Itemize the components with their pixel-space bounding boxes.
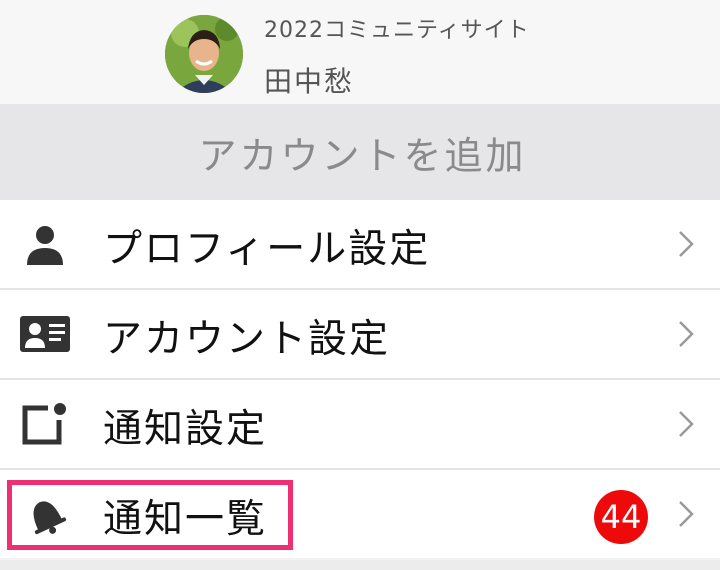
menu-item-notification-settings[interactable]: 通知設定 <box>0 380 720 470</box>
bell-icon <box>33 501 67 535</box>
site-name: 2022コミュニティサイト <box>264 18 530 43</box>
menu-item-label: アカウント設定 <box>103 317 391 362</box>
person-icon <box>27 226 63 265</box>
menu-item-label: 通知設定 <box>103 407 268 452</box>
chevron-right-icon <box>679 231 694 257</box>
chevron-right-icon <box>679 411 694 437</box>
notification-settings-icon <box>22 403 66 445</box>
id-card-icon <box>20 316 70 352</box>
user-name: 田中愁 <box>264 65 355 98</box>
menu-item-notification-list[interactable]: 通知一覧 44 <box>0 470 720 558</box>
user-avatar[interactable] <box>165 15 243 93</box>
add-account-button[interactable]: アカウントを追加 <box>0 104 720 200</box>
add-account-label: アカウントを追加 <box>198 133 527 178</box>
menu-item-label: プロフィール設定 <box>103 227 431 272</box>
menu-item-label: 通知一覧 <box>103 497 268 542</box>
chevron-right-icon <box>679 501 694 527</box>
chevron-right-icon <box>679 321 694 347</box>
bottom-strip <box>0 560 720 570</box>
unread-count-badge: 44 <box>594 490 648 544</box>
settings-menu: プロフィール設定 アカウント設定 通知設定 通知一覧 44 <box>0 200 720 558</box>
menu-item-account-settings[interactable]: アカウント設定 <box>0 290 720 380</box>
account-header: 2022コミュニティサイト 田中愁 <box>0 0 720 104</box>
menu-item-profile-settings[interactable]: プロフィール設定 <box>0 200 720 290</box>
